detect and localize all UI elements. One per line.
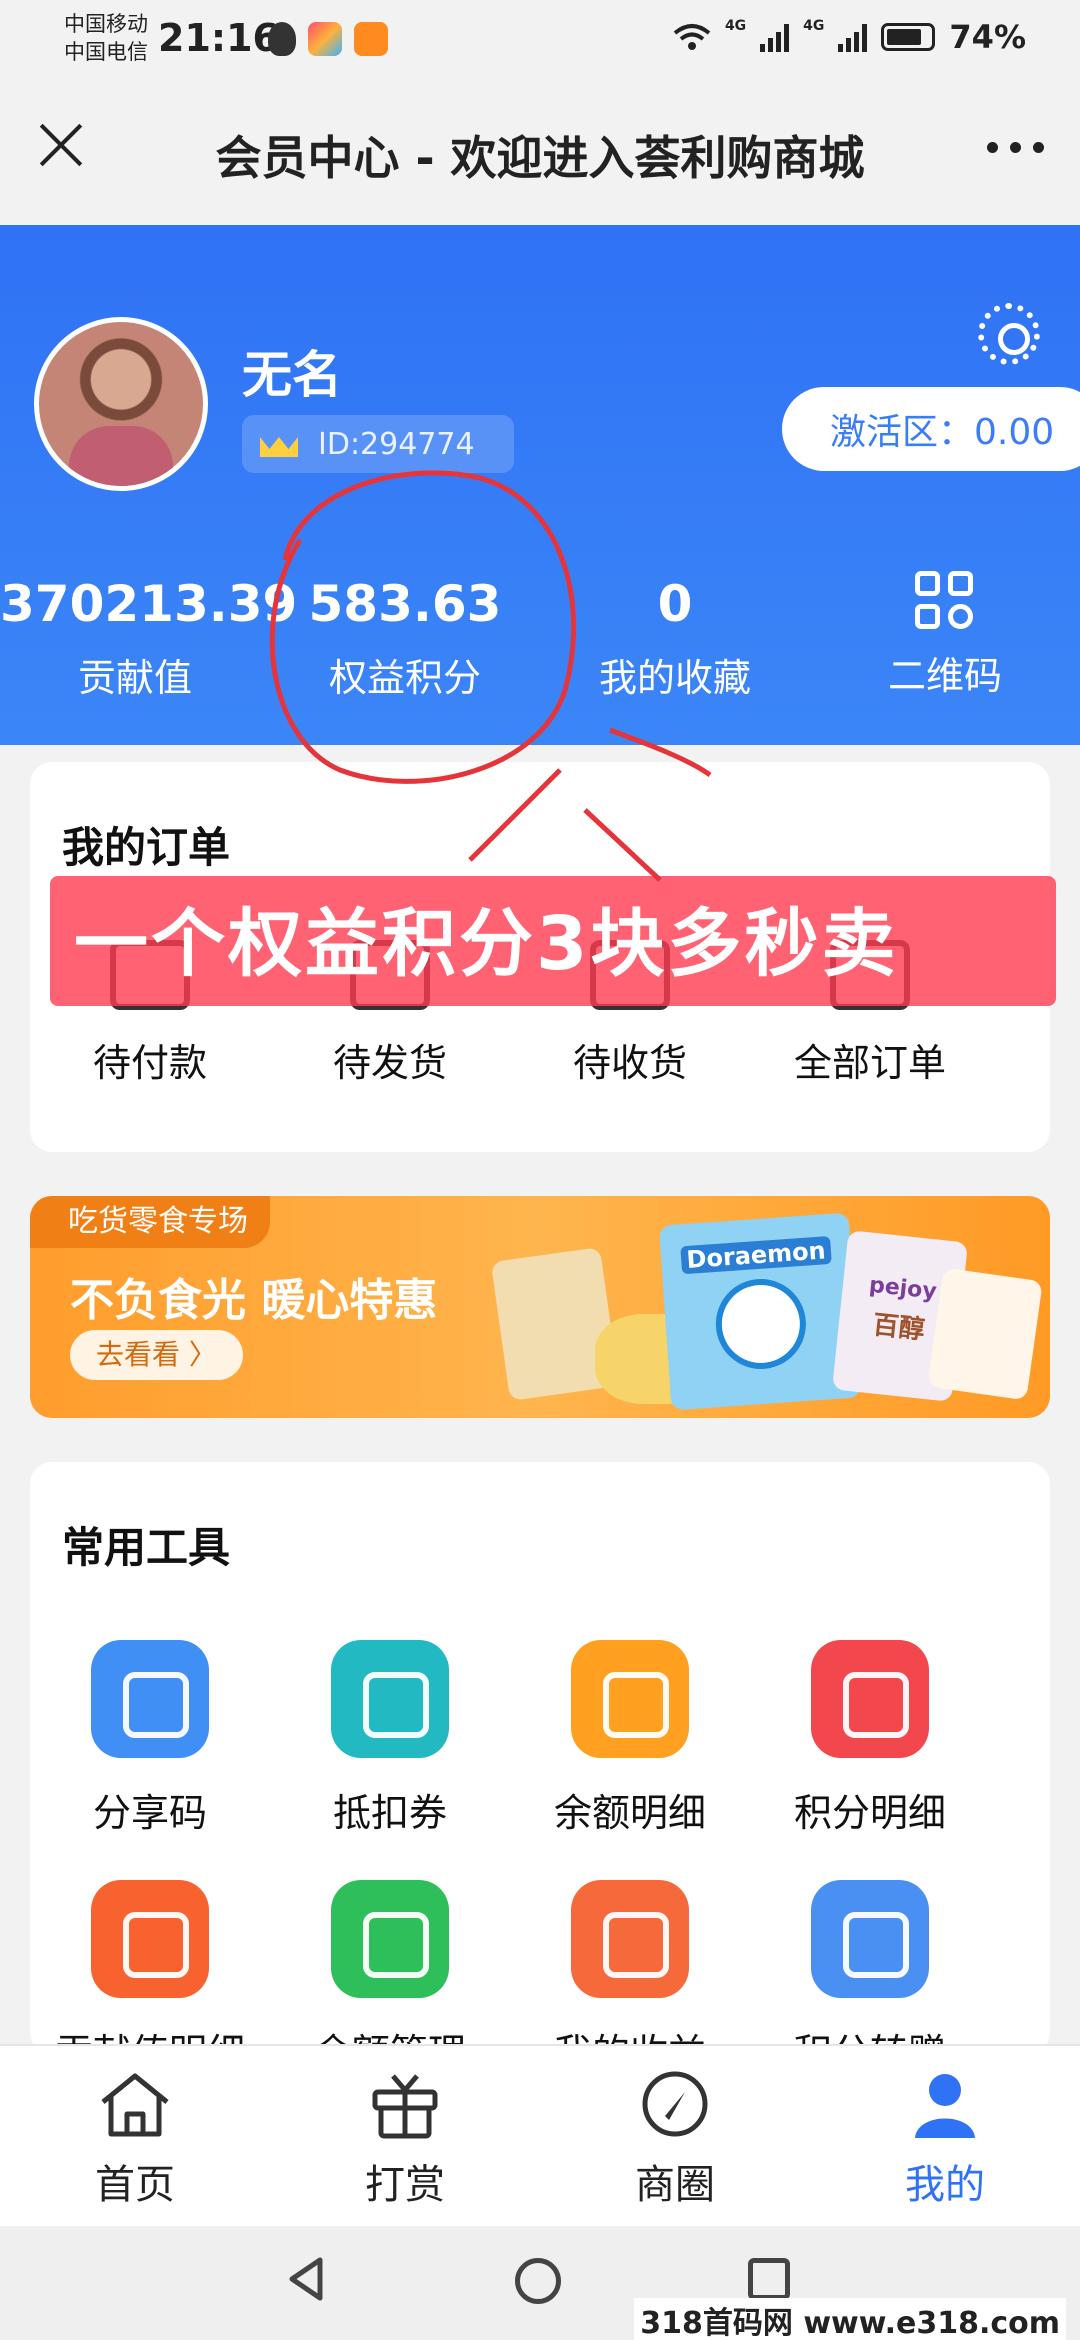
nav-reward[interactable]: 打赏 bbox=[305, 2068, 505, 2210]
snack-pack-image bbox=[927, 1267, 1043, 1401]
promo-overlay-banner: 一个权益积分3块多秒卖 bbox=[50, 876, 1056, 1006]
tool-points-detail[interactable]: 积分明细 bbox=[750, 1640, 990, 1837]
promo-overlay-text: 一个权益积分3块多秒卖 bbox=[74, 901, 899, 987]
stat-label: 贡献值 bbox=[77, 656, 192, 700]
watermark: 318首码网 www.e318.com bbox=[634, 2298, 1066, 2340]
title-bar: 会员中心 - 欢迎进入荟利购商城 bbox=[0, 80, 1080, 225]
nav-label: 首页 bbox=[95, 2162, 175, 2208]
gift-icon bbox=[811, 1880, 929, 1998]
app-notification-icon bbox=[308, 22, 342, 56]
battery-icon bbox=[881, 23, 936, 51]
tools-title: 常用工具 bbox=[62, 1523, 231, 1572]
stats-row: 370213.39 贡献值 583.63 权益积分 0 我的收藏 二维码 bbox=[0, 571, 1080, 705]
stat-value: 583.63 bbox=[308, 575, 502, 633]
order-label: 待收货 bbox=[572, 1041, 687, 1085]
battery-percent: 74% bbox=[949, 18, 1026, 56]
username: 无名 bbox=[242, 346, 342, 404]
wallet-icon bbox=[331, 1880, 449, 1998]
snack-product-images: Doraemon pejoy 百醇 bbox=[490, 1212, 1043, 1414]
page-title: 会员中心 - 欢迎进入荟利购商城 bbox=[215, 131, 865, 185]
nav-mine[interactable]: 我的 bbox=[845, 2068, 1045, 2210]
money-bag-icon bbox=[571, 1640, 689, 1758]
system-nav-bar: 318首码网 www.e318.com bbox=[0, 2226, 1080, 2340]
product-text-2: pejoy bbox=[867, 1272, 938, 1305]
stat-label: 权益积分 bbox=[328, 656, 481, 700]
status-bar: 中国移动 中国电信 21:16 4G 4G 74% bbox=[0, 0, 1080, 80]
stat-value: 0 bbox=[657, 575, 693, 633]
network-type-2: 4G bbox=[803, 18, 825, 34]
star-badge-icon bbox=[811, 1640, 929, 1758]
home-circle-icon[interactable] bbox=[515, 2258, 561, 2304]
system-indicators: 4G 4G 74% bbox=[673, 18, 1026, 56]
snack-banner-button[interactable]: 去看看 〉 bbox=[70, 1330, 243, 1380]
tool-balance-detail[interactable]: 余额明细 bbox=[510, 1640, 750, 1837]
notification-icons bbox=[268, 22, 388, 56]
crown-icon bbox=[260, 431, 298, 457]
signal-2-icon bbox=[838, 22, 868, 52]
nav-label: 商圈 bbox=[635, 2162, 715, 2208]
tool-coupon[interactable]: 抵扣券 bbox=[270, 1640, 510, 1837]
doraemon-bag-image: Doraemon bbox=[658, 1212, 862, 1411]
order-label: 待发货 bbox=[332, 1041, 447, 1085]
calendar-chart-icon bbox=[571, 1880, 689, 1998]
qq-notification-icon bbox=[268, 22, 296, 56]
activate-area-button[interactable]: 激活区：0.00 bbox=[782, 387, 1080, 471]
back-icon[interactable] bbox=[286, 2256, 326, 2302]
stat-label: 我的收藏 bbox=[598, 656, 751, 700]
nav-home[interactable]: 首页 bbox=[35, 2068, 235, 2210]
tool-label: 抵扣券 bbox=[332, 1791, 447, 1835]
order-label: 待付款 bbox=[92, 1041, 207, 1085]
stat-favorites[interactable]: 0 我的收藏 bbox=[540, 575, 810, 702]
network-type-1: 4G bbox=[724, 18, 747, 34]
signal-1-icon bbox=[760, 22, 790, 52]
stat-qr-code[interactable]: 二维码 bbox=[810, 571, 1080, 700]
tools-card: 常用工具 分享码 抵扣券 余额明细 积分明细 贡献值明细 余额管理 我的收益 积… bbox=[30, 1462, 1050, 2075]
more-icon[interactable] bbox=[987, 142, 1044, 153]
stat-label: 二维码 bbox=[887, 654, 1002, 698]
bottom-nav: 首页 打赏 商圈 我的 bbox=[0, 2044, 1080, 2226]
order-label: 全部订单 bbox=[793, 1041, 946, 1085]
wifi-icon bbox=[673, 24, 711, 50]
snack-banner-headline: 不负食光 暖心特惠 bbox=[70, 1275, 438, 1326]
gift-box-icon bbox=[372, 2074, 438, 2139]
member-id-badge: ID:294774 bbox=[242, 415, 514, 473]
carrier-2: 中国电信 bbox=[64, 40, 148, 64]
orders-title: 我的订单 bbox=[62, 823, 231, 872]
coupon-icon bbox=[331, 1640, 449, 1758]
nav-business-circle[interactable]: 商圈 bbox=[575, 2068, 775, 2210]
nav-label: 打赏 bbox=[365, 2162, 445, 2208]
recent-apps-icon[interactable] bbox=[748, 2258, 790, 2300]
stat-equity-points[interactable]: 583.63 权益积分 bbox=[270, 575, 540, 702]
product-text-1: Doraemon bbox=[680, 1235, 832, 1275]
tool-label: 余额明细 bbox=[553, 1791, 706, 1835]
user-icon bbox=[915, 2074, 975, 2138]
compass-icon bbox=[642, 2071, 708, 2137]
nav-label: 我的 bbox=[905, 2162, 985, 2208]
tool-label: 分享码 bbox=[92, 1791, 207, 1835]
member-id: ID:294774 bbox=[318, 426, 475, 462]
tool-label: 积分明细 bbox=[793, 1791, 946, 1835]
profile-header: 无名 ID:294774 激活区：0.00 370213.39 贡献值 583.… bbox=[0, 225, 1080, 745]
gear-icon[interactable] bbox=[978, 303, 1040, 365]
snack-promo-banner[interactable]: 吃货零食专场 不负食光 暖心特惠 去看看 〉 Doraemon pejoy 百醇 bbox=[30, 1196, 1050, 1418]
stat-contribution[interactable]: 370213.39 贡献值 bbox=[0, 575, 298, 702]
clock: 21:16 bbox=[158, 16, 279, 60]
app2-notification-icon bbox=[354, 22, 388, 56]
stat-value: 370213.39 bbox=[0, 575, 298, 633]
carrier-info: 中国移动 中国电信 bbox=[64, 10, 148, 66]
home-icon bbox=[101, 2073, 169, 2137]
avatar[interactable] bbox=[34, 317, 208, 491]
carrier-1: 中国移动 bbox=[64, 12, 148, 36]
product-text-3: 百醇 bbox=[871, 1310, 927, 1346]
share-tv-icon bbox=[91, 1640, 209, 1758]
tag-icon bbox=[91, 1880, 209, 1998]
snack-banner-tag: 吃货零食专场 bbox=[30, 1196, 270, 1248]
qr-code-icon bbox=[915, 571, 975, 631]
tool-share-code[interactable]: 分享码 bbox=[30, 1640, 270, 1837]
